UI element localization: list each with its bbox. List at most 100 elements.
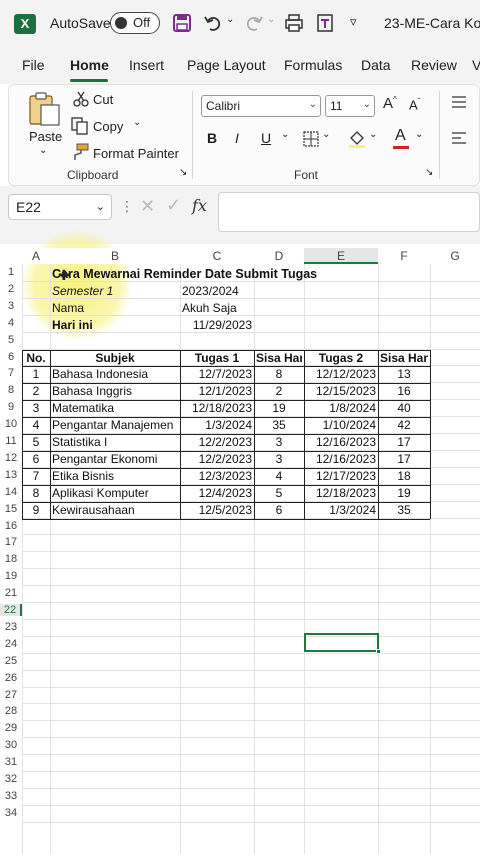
hari-ini-label[interactable]: Hari ini (52, 317, 93, 334)
table-cell[interactable]: 12/5/2023 (182, 502, 252, 519)
row-header[interactable]: 33 (0, 790, 22, 802)
row-header[interactable]: 26 (0, 672, 22, 684)
row-header[interactable]: 23 (0, 621, 22, 633)
table-cell[interactable]: 12/12/2023 (306, 366, 376, 383)
tab-file[interactable]: File (22, 57, 45, 73)
table-cell[interactable]: 12/1/2023 (182, 383, 252, 400)
row-header[interactable]: 8 (0, 384, 22, 396)
worksheet-grid[interactable]: A B C D E F G 1 2 3 4 5 6 7 8 9 10 11 12 13 14 15 16 17 1… (0, 230, 480, 854)
row-header[interactable]: 22 (0, 604, 22, 616)
row-header[interactable]: 19 (0, 570, 22, 582)
fill-color-icon[interactable] (347, 129, 367, 149)
table-cell[interactable]: 6 (24, 451, 48, 468)
table-cell[interactable]: 18 (380, 468, 428, 485)
table-cell[interactable]: 12/17/2023 (306, 468, 376, 485)
table-cell[interactable]: Matematika (52, 400, 178, 417)
row-header[interactable]: 9 (0, 401, 22, 413)
fill-color-chevron-icon[interactable]: ⌄ (369, 129, 377, 140)
row-header[interactable]: 3 (0, 300, 22, 312)
nama-label[interactable]: Nama (52, 300, 84, 317)
row-header[interactable]: 11 (0, 435, 22, 447)
table-cell[interactable]: Pengantar Ekonomi (52, 451, 178, 468)
redo-dropdown-chevron-icon[interactable]: ⌄ (267, 14, 275, 25)
save-icon[interactable] (173, 14, 191, 32)
tab-data[interactable]: Data (361, 57, 391, 73)
table-header-cell[interactable]: Tugas 2 (306, 350, 376, 367)
column-header-f[interactable]: F (378, 248, 430, 264)
column-header-e[interactable]: E (304, 248, 378, 264)
table-cell[interactable]: 4 (24, 417, 48, 434)
table-cell[interactable]: 35 (256, 417, 302, 434)
borders-chevron-icon[interactable]: ⌄ (322, 129, 330, 140)
table-cell[interactable]: 12/16/2023 (306, 434, 376, 451)
table-cell[interactable]: 12/3/2023 (182, 468, 252, 485)
font-launcher-icon[interactable]: ↘ (425, 167, 433, 178)
table-cell[interactable]: Pengantar Manajemen (52, 417, 178, 434)
table-cell[interactable]: Bahasa Inggris (52, 383, 178, 400)
column-header-b[interactable]: B (50, 248, 180, 264)
customize-toolbar-icon[interactable]: ▿ (350, 14, 357, 30)
row-header[interactable]: 34 (0, 807, 22, 819)
align-left-icon[interactable] (451, 131, 467, 145)
table-cell[interactable]: Etika Bisnis (52, 468, 178, 485)
copy-button[interactable]: Copy (93, 119, 123, 134)
row-header[interactable]: 5 (0, 334, 22, 346)
table-cell[interactable]: Statistika I (52, 434, 178, 451)
row-header[interactable]: 25 (0, 655, 22, 667)
tab-page-layout[interactable]: Page Layout (187, 57, 266, 73)
sheet-title[interactable]: Cara Mewarnai Reminder Date Submit Tugas (52, 266, 317, 283)
column-header-d[interactable]: D (254, 248, 304, 264)
tab-view[interactable]: V (472, 57, 480, 73)
row-header[interactable]: 14 (0, 486, 22, 498)
table-cell[interactable]: 12/2/2023 (182, 434, 252, 451)
table-cell[interactable]: 2 (256, 383, 302, 400)
column-header-c[interactable]: C (180, 248, 254, 264)
table-cell[interactable]: 3 (24, 400, 48, 417)
row-header[interactable]: 4 (0, 317, 22, 329)
column-header-g[interactable]: G (430, 248, 480, 264)
table-cell[interactable]: 9 (24, 502, 48, 519)
align-top-icon[interactable] (451, 95, 467, 109)
table-cell[interactable]: 3 (256, 434, 302, 451)
undo-dropdown-chevron-icon[interactable]: ⌄ (226, 14, 234, 25)
row-header[interactable]: 27 (0, 689, 22, 701)
semester-value[interactable]: 2023/2024 (182, 283, 239, 300)
table-cell[interactable]: 42 (380, 417, 428, 434)
bold-button[interactable]: B (207, 130, 217, 146)
table-cell[interactable]: Aplikasi Komputer (52, 485, 178, 502)
table-cell[interactable]: 17 (380, 451, 428, 468)
table-cell[interactable]: 5 (256, 485, 302, 502)
scissors-icon[interactable] (73, 91, 89, 107)
table-cell[interactable]: Bahasa Indonesia (52, 366, 178, 383)
autosave-toggle[interactable]: Off (110, 12, 160, 34)
paste-button[interactable]: Paste ⌄ (23, 89, 65, 159)
table-cell[interactable]: 12/18/2023 (306, 485, 376, 502)
cancel-entry-icon[interactable]: ✕ (140, 196, 155, 217)
table-cell[interactable]: 2 (24, 383, 48, 400)
table-cell[interactable]: 1/3/2024 (182, 417, 252, 434)
table-cell[interactable]: 7 (24, 468, 48, 485)
hari-ini-value[interactable]: 11/29/2023 (182, 317, 252, 334)
row-header[interactable]: 29 (0, 722, 22, 734)
table-header-cell[interactable]: Subjek (52, 350, 178, 367)
table-header-cell[interactable]: Sisa Hari (256, 350, 302, 367)
format-painter-button[interactable]: Format Painter (93, 146, 179, 161)
table-cell[interactable]: 19 (256, 400, 302, 417)
row-header[interactable]: 6 (0, 351, 22, 363)
table-cell[interactable]: 12/18/2023 (182, 400, 252, 417)
copy-icon[interactable] (71, 117, 89, 135)
italic-button[interactable]: I (235, 130, 239, 146)
row-header[interactable]: 31 (0, 756, 22, 768)
row-header[interactable]: 2 (0, 283, 22, 295)
table-cell[interactable]: 19 (380, 485, 428, 502)
tab-review[interactable]: Review (411, 57, 457, 73)
underline-button[interactable]: U (261, 130, 271, 146)
redo-icon[interactable] (245, 14, 263, 32)
row-header[interactable]: 17 (0, 536, 22, 548)
print-preview-icon[interactable] (284, 14, 304, 32)
table-cell[interactable]: 12/2/2023 (182, 451, 252, 468)
font-name-select[interactable]: Calibri ⌄ (201, 95, 321, 117)
tab-insert[interactable]: Insert (129, 57, 164, 73)
table-cell[interactable]: 12/15/2023 (306, 383, 376, 400)
table-cell[interactable]: 40 (380, 400, 428, 417)
